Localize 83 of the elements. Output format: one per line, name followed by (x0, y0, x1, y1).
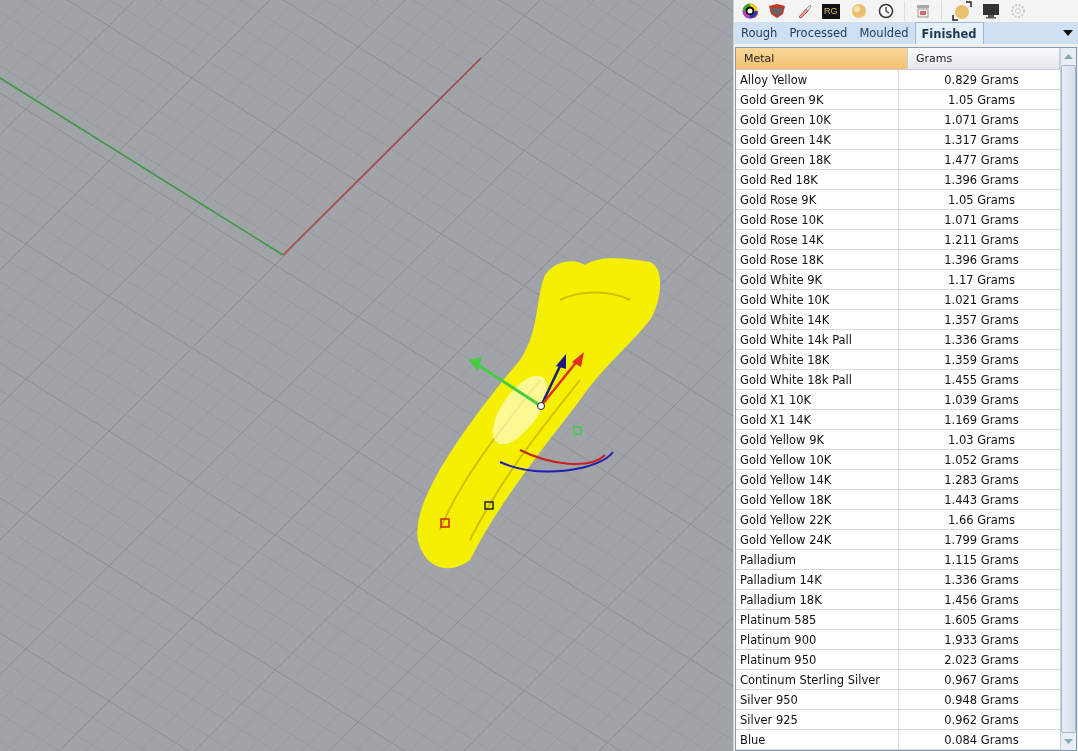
color-wheel-icon[interactable] (742, 3, 758, 19)
table-cell: Gold Rose 18K (736, 250, 899, 269)
table-cell: Gold Red 18K (736, 170, 899, 189)
table-cell-text: 1.66 Grams (946, 511, 1017, 529)
table-cell: Silver 950 (736, 690, 899, 709)
table-cell: Platinum 950 (736, 650, 899, 669)
brush-icon[interactable] (796, 3, 812, 19)
table-cell: Gold Rose 14K (736, 230, 899, 249)
table-cell-text: 1.071 Grams (943, 111, 1020, 129)
framed-sphere-icon[interactable] (951, 1, 972, 21)
table-cell: Platinum 900 (736, 630, 899, 649)
clock-icon[interactable] (877, 3, 894, 19)
tab[interactable]: Processed (783, 22, 854, 44)
table-cell: Palladium (736, 550, 899, 569)
table-cell: Alloy Yellow (736, 70, 899, 89)
table-cell: Gold Rose 9K (736, 190, 899, 209)
table-cell-text: 1.455 Grams (943, 371, 1020, 389)
table-cell: Gold Green 10K (736, 110, 899, 129)
table-cell-text: 1.357 Grams (943, 311, 1020, 329)
table-cell-text: 1.05 Grams (946, 91, 1017, 109)
table-cell-text: 1.443 Grams (943, 491, 1020, 509)
table-cell: Gold White 9K (736, 270, 899, 289)
table-cell-text: 0.962 Grams (943, 711, 1020, 729)
table-cell: Palladium 14K (736, 570, 899, 589)
table-cell: Platinum 585 (736, 610, 899, 629)
table-cell-text: 1.021 Grams (943, 291, 1020, 309)
table-cell: Gold X1 14K (736, 410, 899, 429)
table-cell-text: 1.799 Grams (943, 531, 1020, 549)
table-cell-text: 1.317 Grams (943, 131, 1020, 149)
table-cell-text: 1.05 Grams (946, 191, 1017, 209)
table-cell: Gold Rose 10K (736, 210, 899, 229)
shield-icon[interactable] (768, 3, 786, 19)
table-cell-text: 1.359 Grams (943, 351, 1020, 369)
table-cell-text: 1.933 Grams (943, 631, 1020, 649)
table-cell: Gold White 14k Pall (736, 330, 899, 349)
table-cell: Gold White 14K (736, 310, 899, 329)
table-cell-text: 1.17 Grams (946, 271, 1017, 289)
table-cell-text: 0.084 Grams (943, 731, 1020, 749)
tab[interactable]: Rough (735, 22, 784, 44)
table-cell-text: 1.396 Grams (943, 251, 1020, 269)
column-header[interactable]: Metal (736, 48, 908, 70)
table-cell: Palladium 18K (736, 590, 899, 609)
table-cell-text: 1.456 Grams (943, 591, 1020, 609)
table-cell-text: 1.211 Grams (943, 231, 1020, 249)
table-cell: Gold Green 18K (736, 150, 899, 169)
table-cell-text: 0.967 Grams (943, 671, 1020, 689)
table-cell: Gold Green 9K (736, 90, 899, 109)
tab[interactable]: Finished (914, 22, 984, 44)
table-cell: Gold Yellow 24K (736, 530, 899, 549)
monitor-icon[interactable] (981, 3, 1000, 19)
table-cell-text: 1.039 Grams (943, 391, 1020, 409)
table-cell-text: 1.03 Grams (946, 431, 1017, 449)
table-cell: Gold Yellow 10K (736, 450, 899, 469)
rg-logo-icon[interactable]: RG (822, 3, 840, 19)
table-cell-text: 0.829 Grams (943, 71, 1020, 89)
table-cell: Gold X1 10K (736, 390, 899, 409)
table-cell-text: 0.948 Grams (943, 691, 1020, 709)
table-cell-text: 1.071 Grams (943, 211, 1020, 229)
table-cell-text: 1.283 Grams (943, 471, 1020, 489)
dropdown-caret-icon[interactable] (1063, 30, 1073, 36)
table-cell: Continum Sterling Silver (736, 670, 899, 689)
table-cell-text: 1.115 Grams (943, 551, 1020, 569)
column-header[interactable]: Grams (908, 48, 1060, 70)
table-cell-text: 1.052 Grams (943, 451, 1020, 469)
table-cell-text: 1.396 Grams (943, 171, 1020, 189)
table-cell-text: 1.169 Grams (943, 411, 1020, 429)
table-cell-text: 2.023 Grams (943, 651, 1020, 669)
table-cell: Gold Yellow 14K (736, 470, 899, 489)
table-cell-text: 1.605 Grams (943, 611, 1020, 629)
table-cell: Gold Yellow 22K (736, 510, 899, 529)
table-cell-text: 1.477 Grams (943, 151, 1020, 169)
table-cell: Gold Yellow 9K (736, 430, 899, 449)
table-cell-text: 1.336 Grams (943, 571, 1020, 589)
table-cell: Gold White 18K (736, 350, 899, 369)
table-cell: Silver 925 (736, 710, 899, 729)
tab[interactable]: Moulded (853, 22, 915, 44)
table-cell: Gold Yellow 18K (736, 490, 899, 509)
table-cell-text: 1.336 Grams (943, 331, 1020, 349)
table-cell: Blue (736, 730, 899, 749)
table-cell: Gold White 10K (736, 290, 899, 309)
table-cell: Gold Green 14K (736, 130, 899, 149)
ring-box-icon[interactable] (914, 3, 931, 19)
table-cell: Gold White 18k Pall (736, 370, 899, 389)
